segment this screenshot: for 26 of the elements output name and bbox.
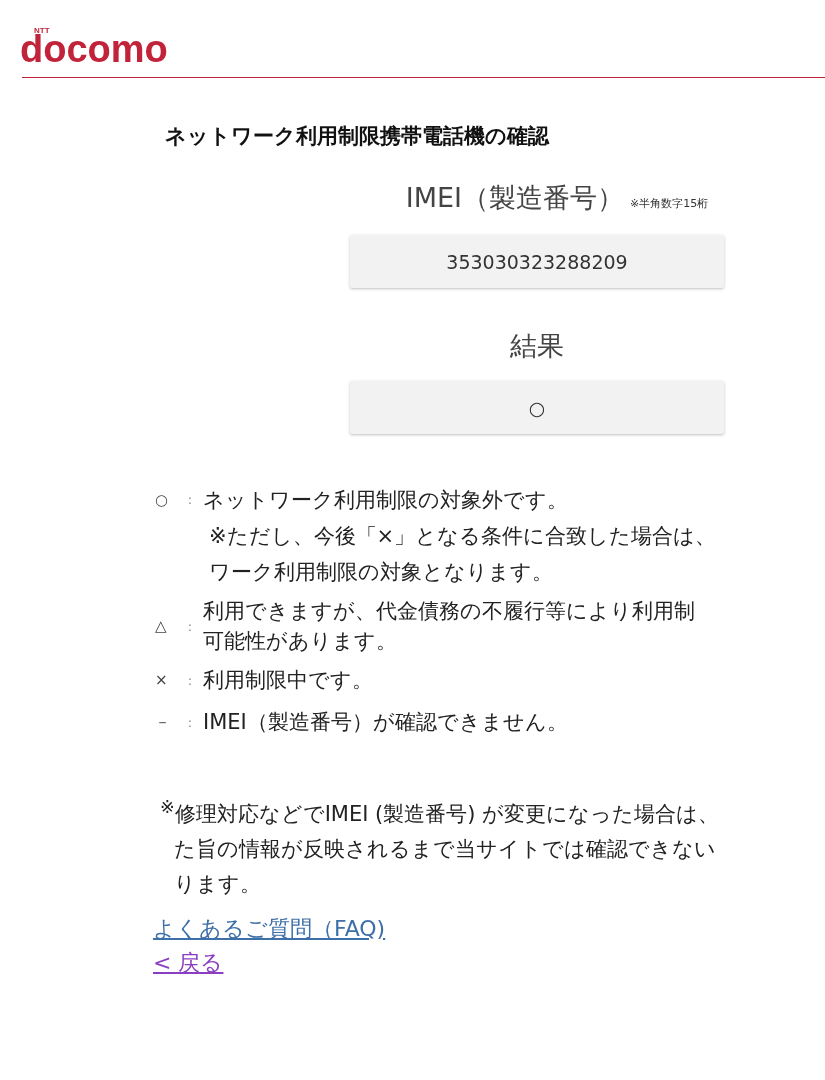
imei-hint: ※半角数字15桁: [630, 196, 709, 211]
link[interactable]: よくあるご質問（FAQ): [153, 912, 386, 946]
legend-separator: :: [186, 491, 194, 509]
legend-text: 利用制限中です。: [203, 667, 373, 694]
legend-text: ネットワーク利用制限の対象外です。: [203, 487, 569, 514]
legend-symbol: △: [155, 617, 168, 635]
legend-separator: :: [186, 618, 194, 634]
footnote-text: ります。: [174, 871, 262, 898]
legend-symbol: ○: [155, 490, 170, 511]
legend-text: IMEI（製造番号）が確認できません。: [203, 709, 568, 736]
result-label: 結果: [510, 329, 564, 363]
imei-field[interactable]: 353030323288209: [350, 235, 724, 288]
legend-text: 利用できますが、代金債務の不履行等により利用制: [203, 598, 695, 625]
legend-symbol: －: [155, 712, 171, 732]
result-field: ○: [350, 381, 724, 434]
legend-note: ※ただし、今後「×」となる条件に合致した場合は、: [209, 523, 717, 550]
legend-symbol: ×: [155, 671, 169, 689]
page-title: ネットワーク利用制限携帯電話機の確認: [165, 123, 551, 150]
footnote-text: た旨の情報が反映されるまで当サイトでは確認できない: [174, 836, 717, 863]
legend-separator: :: [186, 672, 194, 688]
link[interactable]: < 戻る: [153, 946, 224, 980]
legend-separator: :: [186, 714, 194, 730]
legend-note: ワーク利用制限の対象となります。: [209, 559, 554, 586]
imei-label: IMEI（製造番号）: [405, 181, 625, 215]
legend-text: 可能性があります。: [203, 628, 398, 655]
footnote-text: $^{※}$修理対応などでIMEI (製造番号) が変更になった場合は、: [160, 796, 721, 828]
